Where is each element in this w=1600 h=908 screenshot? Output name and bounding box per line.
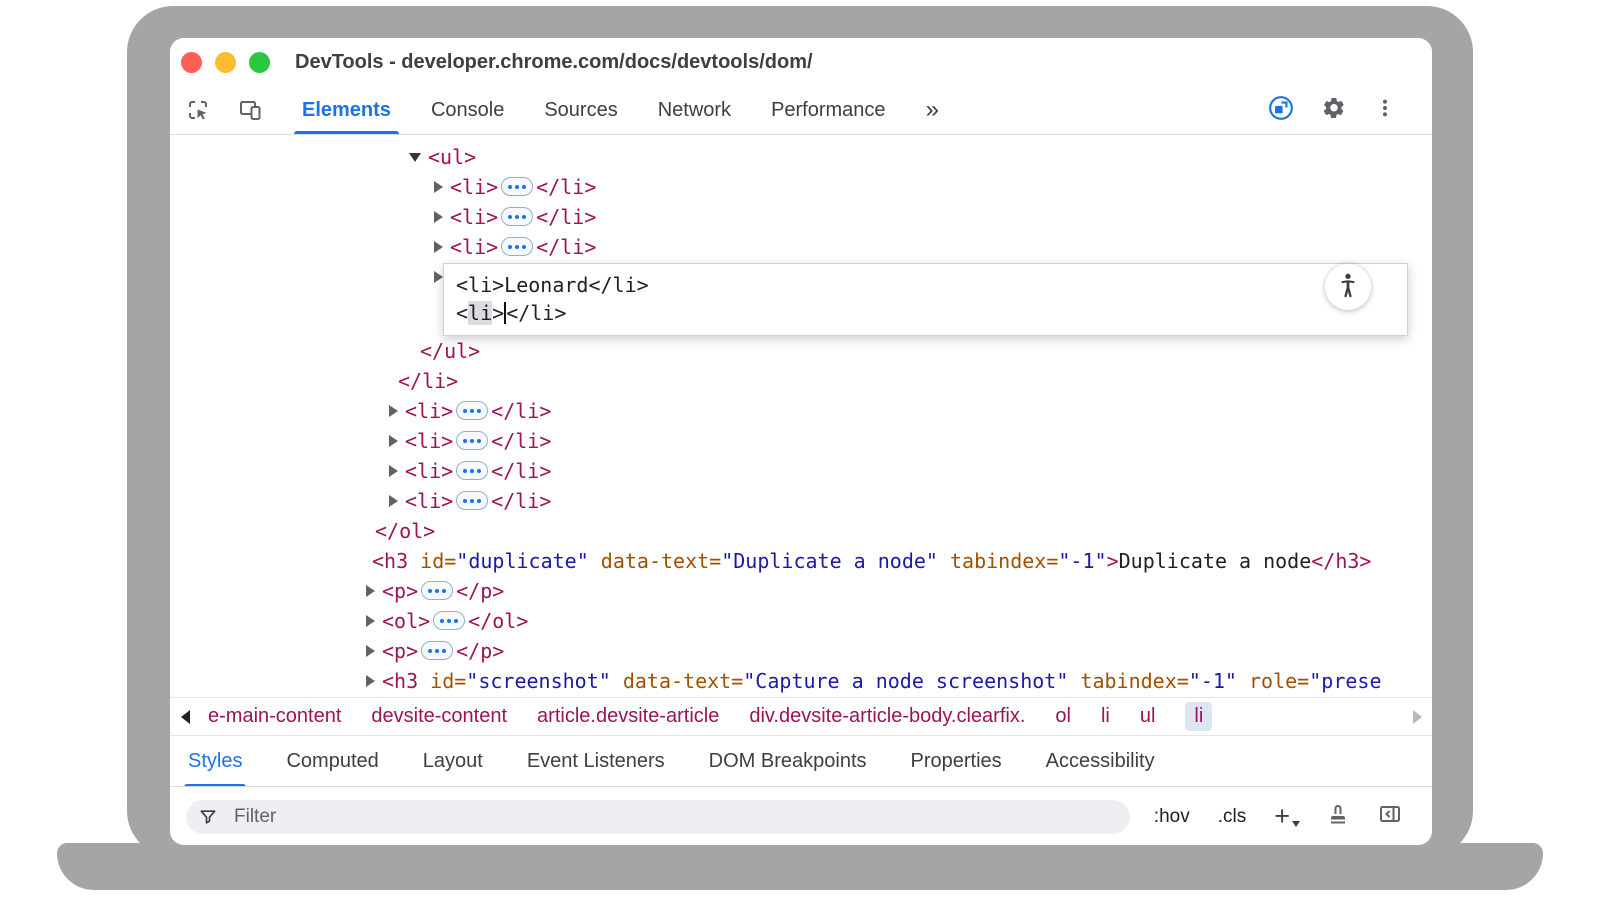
devtools-toolbar: Elements Console Sources Network Performance… [170,86,1432,135]
caret-collapsed-icon[interactable] [383,486,405,516]
tab-sources[interactable]: Sources [544,86,617,134]
window-title: DevTools - developer.chrome.com/docs/dev… [295,38,813,86]
caret-collapsed-icon[interactable] [360,576,382,606]
kebab-menu-icon[interactable] [1374,97,1396,124]
zoom-window-button[interactable] [249,52,270,73]
caret-collapsed-icon[interactable] [360,606,382,636]
breadcrumb-item[interactable]: devsite-content [371,705,507,728]
dom-node-line[interactable]: <ul> [170,142,1432,172]
breadcrumb-scroll-right-icon[interactable] [1402,710,1432,724]
edit-line-2[interactable]: <li></li> [456,299,1395,327]
more-tabs-button[interactable]: » [926,96,939,124]
tab-dom-breakpoints[interactable]: DOM Breakpoints [709,736,867,787]
edit-open-bracket: < [456,301,468,325]
inline-expand-icon[interactable] [456,491,488,510]
dom-node-line[interactable]: <li></li> [170,426,1432,456]
breadcrumb-bar: e-main-content devsite-content article.dev… [170,697,1432,735]
tab-properties[interactable]: Properties [911,736,1002,787]
dom-node-line[interactable]: <h3 id="duplicate" data-text="Duplicate … [170,546,1432,576]
dom-node-line[interactable]: </li> [170,366,1432,396]
minimize-window-button[interactable] [215,52,236,73]
autocomplete-highlight: li [468,301,492,325]
dom-node-line[interactable]: <li></li> [170,232,1432,262]
dom-node-line[interactable]: <p></p> [170,636,1432,666]
inline-expand-icon[interactable] [421,641,453,660]
breadcrumb-item[interactable]: e-main-content [208,705,341,728]
caret-collapsed-icon[interactable] [428,232,450,262]
caret-collapsed-icon[interactable] [383,396,405,426]
dom-node-line[interactable]: </ol> [170,516,1432,546]
dom-node-line[interactable]: <li></li> [170,486,1432,516]
breadcrumb-item[interactable]: li [1185,702,1212,731]
stamp-icon[interactable] [1326,802,1350,832]
toggle-element-state-button[interactable]: :hov [1154,806,1190,828]
inline-expand-icon[interactable] [433,611,465,630]
dom-node-line[interactable]: <ol></ol> [170,606,1432,636]
panel-tabs: Elements Console Sources Network Performance… [302,86,939,134]
filter-input[interactable] [186,800,1130,834]
new-style-rule-button[interactable]: + [1274,803,1298,830]
breadcrumb-item[interactable]: article.devsite-article [537,705,719,728]
breadcrumb-item[interactable]: ol [1055,705,1071,728]
device-toolbar-icon[interactable] [238,98,262,122]
accessibility-person-icon [1334,271,1362,304]
breadcrumb: e-main-content devsite-content article.dev… [208,702,1402,731]
dom-node-line[interactable]: <li></li> [170,172,1432,202]
dom-node-line[interactable]: <h3 id="screenshot" data-text="Capture a… [170,666,1432,696]
breadcrumb-item[interactable]: div.devsite-article-body.clearfix. [749,705,1025,728]
dom-node-line[interactable]: <li></li> [170,396,1432,426]
caret-expanded-icon[interactable] [406,142,428,172]
sidebar-tabs: Styles Computed Layout Event Listeners DOM B… [170,735,1432,786]
caret-collapsed-icon[interactable] [428,202,450,232]
accessibility-button[interactable] [1325,264,1371,310]
tab-console[interactable]: Console [431,86,504,134]
inline-expand-icon[interactable] [456,401,488,420]
tab-computed[interactable]: Computed [286,736,378,787]
cast-icon[interactable] [1268,95,1294,126]
dom-node-line[interactable]: </ul> [170,336,1432,366]
filter-bar-controls: :hov .cls + [1154,787,1402,845]
toggle-sidebar-icon[interactable] [1378,802,1402,832]
tab-styles[interactable]: Styles [188,736,242,787]
device-base [57,843,1543,890]
title-bar: DevTools - developer.chrome.com/docs/dev… [170,38,1432,86]
caret-collapsed-icon[interactable] [428,172,450,202]
dom-tree-panel[interactable]: <ul><li></li><li></li><li></li></ul></li… [170,135,1432,697]
toolbar-right-icons [1268,86,1396,134]
filter-funnel-icon [198,807,218,827]
dom-node-line[interactable]: <li></li> [170,456,1432,486]
breadcrumb-item[interactable]: ul [1140,705,1156,728]
dom-tree-lines: <ul><li></li><li></li><li></li></ul></li… [170,135,1432,696]
inline-expand-icon[interactable] [421,581,453,600]
tab-layout[interactable]: Layout [423,736,483,787]
dom-edit-box[interactable]: <li>Leonard</li> <li></li> [443,263,1408,336]
inline-expand-icon[interactable] [456,431,488,450]
inline-expand-icon[interactable] [501,177,533,196]
element-classes-button[interactable]: .cls [1218,806,1247,828]
devtools-window: DevTools - developer.chrome.com/docs/dev… [170,38,1432,845]
inline-expand-icon[interactable] [501,207,533,226]
edit-line-1[interactable]: <li>Leonard</li> [456,271,1395,299]
tab-elements[interactable]: Elements [302,86,391,134]
dom-node-line[interactable]: <li></li> [170,202,1432,232]
tab-network[interactable]: Network [658,86,731,134]
dom-node-line[interactable]: <p></p> [170,576,1432,606]
breadcrumb-item[interactable]: li [1101,705,1110,728]
edit-close-bracket: > [492,301,504,325]
inspect-element-icon[interactable] [186,98,210,122]
tab-event-listeners[interactable]: Event Listeners [527,736,665,787]
tab-performance[interactable]: Performance [771,86,886,134]
inline-expand-icon[interactable] [501,237,533,256]
tab-accessibility[interactable]: Accessibility [1046,736,1155,787]
caret-collapsed-icon[interactable] [383,456,405,486]
breadcrumb-scroll-left-icon[interactable] [170,710,200,724]
inline-expand-icon[interactable] [456,461,488,480]
caret-collapsed-icon[interactable] [360,666,382,696]
caret-collapsed-icon[interactable] [360,636,382,666]
close-window-button[interactable] [181,52,202,73]
styles-filter-bar: :hov .cls + [170,786,1432,845]
caret-collapsed-icon[interactable] [383,426,405,456]
edit-closing-tag: </li> [506,301,566,325]
settings-gear-icon[interactable] [1322,96,1346,125]
